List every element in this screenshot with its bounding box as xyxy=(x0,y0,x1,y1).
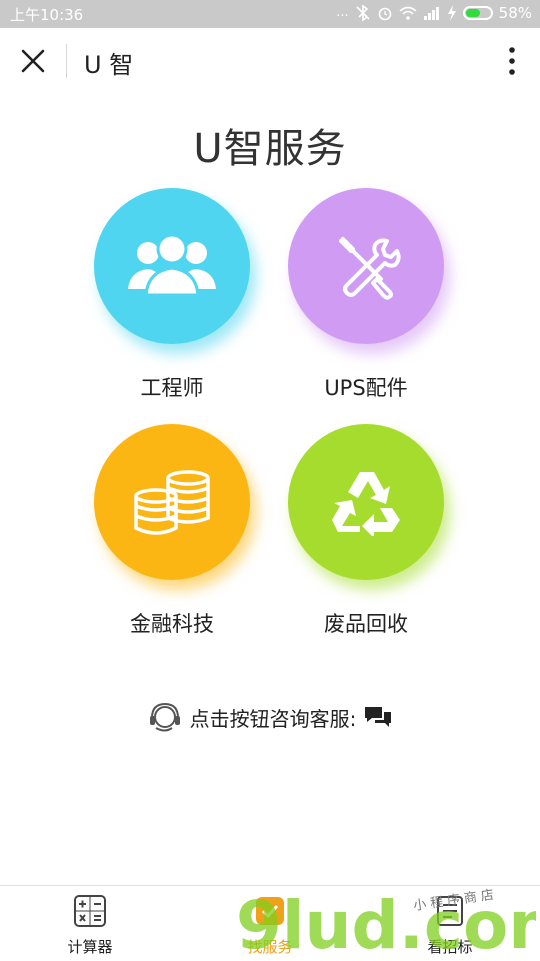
recycle-circle[interactable] xyxy=(288,424,444,580)
wifi-icon xyxy=(399,6,417,20)
close-icon[interactable] xyxy=(18,46,48,76)
engineer-circle[interactable] xyxy=(94,188,250,344)
app-title: U 智 xyxy=(84,51,134,79)
nav-label: 看招标 xyxy=(427,938,473,956)
service-label: UPS配件 xyxy=(324,376,408,400)
service-label: 工程师 xyxy=(140,376,204,400)
service-label: 金融科技 xyxy=(130,612,214,636)
signal-icon xyxy=(423,7,439,20)
chat-icon[interactable] xyxy=(364,705,392,729)
calculator-icon xyxy=(74,895,106,927)
status-time: 上午10:36 xyxy=(10,6,84,24)
nav-label: 计算器 xyxy=(67,938,113,956)
service-fintech[interactable]: 金融科技 xyxy=(72,424,272,638)
more-menu-icon[interactable] xyxy=(504,46,520,76)
page-title: U智服务 xyxy=(193,126,347,172)
title-bar: U 智 xyxy=(0,28,540,94)
tools-icon xyxy=(339,237,401,300)
service-icon xyxy=(256,897,284,925)
nav-item-find-service[interactable]: 找服务 xyxy=(210,894,330,957)
headset-icon xyxy=(149,702,180,732)
service-label: 废品回收 xyxy=(324,612,408,636)
bottom-nav: 计算器 找服务 看招标 xyxy=(0,885,540,961)
bluetooth-off-icon xyxy=(356,5,370,21)
service-recycling[interactable]: 废品回收 xyxy=(266,424,466,638)
parts-circle[interactable] xyxy=(288,188,444,344)
status-bar: 上午10:36 ... 58% xyxy=(0,0,540,28)
more-dots-icon: ... xyxy=(336,5,349,20)
consult-row: 点击按钮咨询客服: xyxy=(0,700,540,734)
charging-icon xyxy=(447,5,456,21)
coins-icon xyxy=(134,470,210,535)
battery-percent: 58% xyxy=(498,4,532,22)
title-divider xyxy=(66,44,67,78)
recycle-icon xyxy=(332,472,400,536)
service-ups-parts[interactable]: UPS配件 xyxy=(266,188,466,402)
status-icons: ... 58% xyxy=(336,4,532,22)
bid-icon xyxy=(437,896,463,926)
service-engineer[interactable]: 工程师 xyxy=(72,188,272,402)
nav-label: 找服务 xyxy=(247,938,293,956)
people-icon xyxy=(128,233,216,297)
alarm-icon xyxy=(378,7,391,21)
finance-circle[interactable] xyxy=(94,424,250,580)
nav-item-calculator[interactable]: 计算器 xyxy=(30,894,150,957)
consult-text: 点击按钮咨询客服: xyxy=(189,706,357,731)
nav-item-view-bids[interactable]: 看招标 xyxy=(390,894,510,957)
battery-icon xyxy=(462,6,493,20)
